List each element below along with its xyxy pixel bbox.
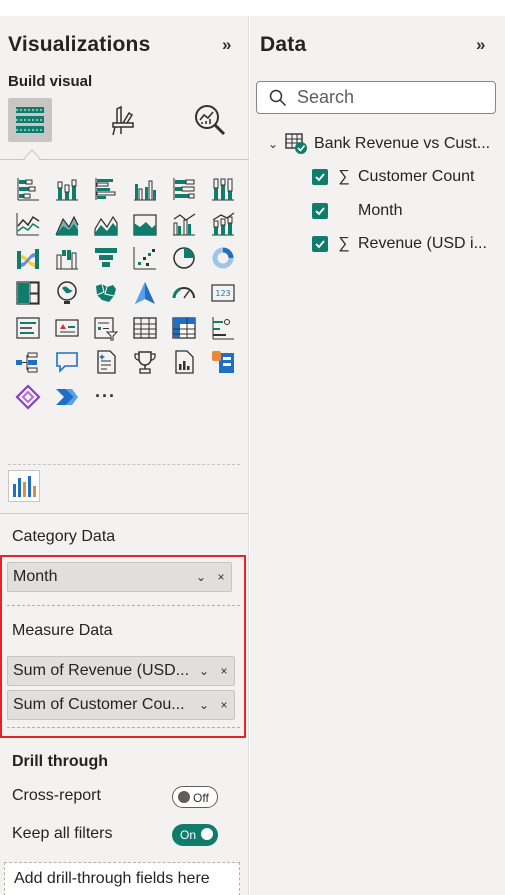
build-tabs <box>0 98 249 160</box>
metrics-icon[interactable] <box>125 347 164 377</box>
cross-report-label: Cross-report <box>12 787 101 804</box>
slicer-icon[interactable] <box>86 313 125 343</box>
cross-report-toggle[interactable]: Off <box>172 786 218 808</box>
field-name: Customer Count <box>358 168 475 185</box>
line-stacked-column-icon[interactable] <box>203 209 242 239</box>
ribbon-chart-icon[interactable] <box>8 243 47 273</box>
map-icon[interactable] <box>47 278 86 308</box>
multi-row-card-icon[interactable] <box>8 313 47 343</box>
build-visual-tab[interactable] <box>8 98 52 142</box>
sigma-icon: ∑ <box>338 168 350 185</box>
table-node[interactable]: ⌄ Bank Revenue vs Cust... <box>268 132 490 156</box>
data-title: Data <box>260 33 307 56</box>
stacked-area-icon[interactable] <box>86 209 125 239</box>
field-item-month[interactable]: Month <box>312 202 402 220</box>
power-automate-flow-icon[interactable] <box>47 382 86 412</box>
table-name: Bank Revenue vs Cust... <box>314 135 491 152</box>
collapse-data-button[interactable]: » <box>476 35 485 55</box>
smart-narrative-icon[interactable] <box>86 347 125 377</box>
field-item-customer-count[interactable]: ∑ Customer Count <box>312 168 475 186</box>
decomposition-tree-icon[interactable] <box>8 347 47 377</box>
gauge-icon[interactable] <box>164 278 203 308</box>
category-data-label: Category Data <box>12 528 116 545</box>
100-stacked-area-icon[interactable] <box>125 209 164 239</box>
filled-map-icon[interactable] <box>86 278 125 308</box>
keep-all-filters-state: On <box>180 828 197 842</box>
search-icon <box>269 89 287 106</box>
checkbox-checked-icon[interactable] <box>312 236 328 252</box>
build-visual-icon <box>16 107 44 133</box>
visualizations-pane: Visualizations » Build visual 123 ··· Ca… <box>0 16 249 895</box>
keep-all-filters-label: Keep all filters <box>12 825 113 842</box>
format-brush-icon <box>112 105 134 136</box>
visualizations-title: Visualizations <box>8 33 151 56</box>
gallery-divider <box>8 464 240 465</box>
line-clustered-column-icon[interactable] <box>164 209 203 239</box>
build-visual-label: Build visual <box>8 73 93 90</box>
donut-chart-icon[interactable] <box>203 243 242 273</box>
waterfall-chart-icon[interactable] <box>47 243 86 273</box>
table-icon[interactable] <box>125 313 164 343</box>
top-strip <box>0 0 505 16</box>
svg-text:123: 123 <box>215 289 230 298</box>
toggle-knob <box>201 828 213 840</box>
keep-all-filters-toggle[interactable]: On <box>172 824 218 846</box>
area-chart-icon[interactable] <box>47 209 86 239</box>
qa-icon[interactable] <box>47 347 86 377</box>
clustered-column-icon[interactable] <box>125 174 164 204</box>
100-stacked-bar-icon[interactable] <box>164 174 203 204</box>
checkbox-checked-icon[interactable] <box>312 203 328 219</box>
analytics-tab[interactable] <box>188 98 232 142</box>
search-box[interactable] <box>256 81 496 114</box>
custom-visual-chart-icon[interactable] <box>8 470 40 502</box>
matrix-icon[interactable] <box>164 313 203 343</box>
more-visuals-icon[interactable]: ··· <box>86 382 125 412</box>
key-influencers-icon[interactable] <box>203 313 242 343</box>
power-automate-icon[interactable] <box>8 382 47 412</box>
azure-map-icon[interactable] <box>125 278 164 308</box>
power-apps-icon[interactable] <box>203 347 242 377</box>
funnel-chart-icon[interactable] <box>86 243 125 273</box>
drill-through-title: Drill through <box>12 753 108 770</box>
line-chart-icon[interactable] <box>8 209 47 239</box>
card-icon[interactable]: 123 <box>203 278 242 308</box>
sigma-icon: ∑ <box>338 235 350 252</box>
pie-chart-icon[interactable] <box>164 243 203 273</box>
visual-type-gallery: 123 ··· <box>8 172 244 414</box>
toggle-knob <box>178 791 190 803</box>
section-divider <box>0 513 249 514</box>
analytics-magnifier-icon <box>195 105 226 136</box>
table-loaded-icon <box>285 133 307 154</box>
stacked-column-icon[interactable] <box>47 174 86 204</box>
clustered-bar-icon[interactable] <box>86 174 125 204</box>
collapse-visualizations-button[interactable]: » <box>222 35 231 55</box>
treemap-icon[interactable] <box>8 278 47 308</box>
paginated-report-icon[interactable] <box>164 347 203 377</box>
cross-report-state: Off <box>193 791 209 805</box>
field-wells-highlight <box>0 555 246 738</box>
kpi-icon[interactable] <box>47 313 86 343</box>
scatter-chart-icon[interactable] <box>125 243 164 273</box>
chevron-down-icon[interactable]: ⌄ <box>268 137 284 151</box>
stacked-bar-icon[interactable] <box>8 174 47 204</box>
drill-through-drop-zone[interactable]: Add drill-through fields here <box>4 862 240 895</box>
field-item-revenue[interactable]: ∑ Revenue (USD i... <box>312 235 487 253</box>
field-name: Month <box>358 202 403 219</box>
field-name: Revenue (USD i... <box>358 235 487 252</box>
data-pane: Data » ⌄ Bank Revenue vs Cust... ∑ Custo… <box>250 16 505 895</box>
format-visual-tab[interactable] <box>100 98 144 142</box>
search-input[interactable] <box>297 87 477 108</box>
checkbox-checked-icon[interactable] <box>312 169 328 185</box>
100-stacked-column-icon[interactable] <box>203 174 242 204</box>
